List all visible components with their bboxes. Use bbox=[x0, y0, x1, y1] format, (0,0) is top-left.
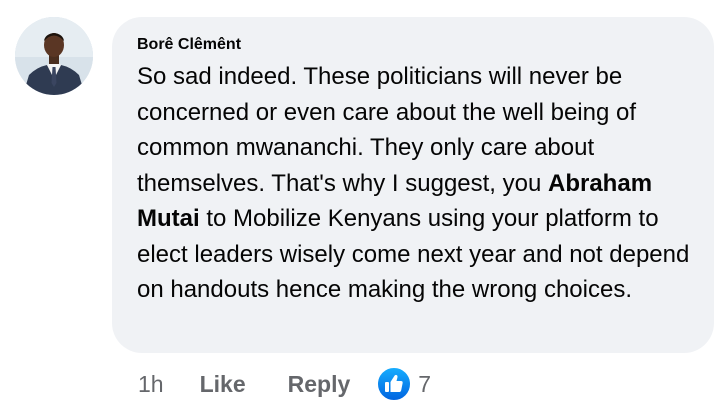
like-button[interactable]: Like bbox=[200, 371, 246, 398]
comment-timestamp[interactable]: 1h bbox=[138, 371, 164, 398]
comment-text: So sad indeed. These politicians will ne… bbox=[137, 59, 707, 308]
like-thumbs-up-icon bbox=[376, 366, 413, 402]
comment-actions: 1h Like Reply 7 bbox=[138, 364, 431, 404]
comment-text-part2: to Mobilize Kenyans using your platform … bbox=[137, 205, 690, 303]
avatar-portrait-icon bbox=[15, 17, 93, 95]
comment-container: Borê Clêmênt So sad indeed. These politi… bbox=[0, 0, 720, 417]
avatar[interactable] bbox=[15, 17, 93, 95]
reaction-summary[interactable]: 7 bbox=[376, 366, 431, 402]
comment-author-name[interactable]: Borê Clêmênt bbox=[137, 36, 241, 54]
reply-button[interactable]: Reply bbox=[288, 371, 351, 398]
reaction-count: 7 bbox=[418, 370, 432, 397]
comment-bubble: Borê Clêmênt So sad indeed. These politi… bbox=[112, 17, 714, 353]
